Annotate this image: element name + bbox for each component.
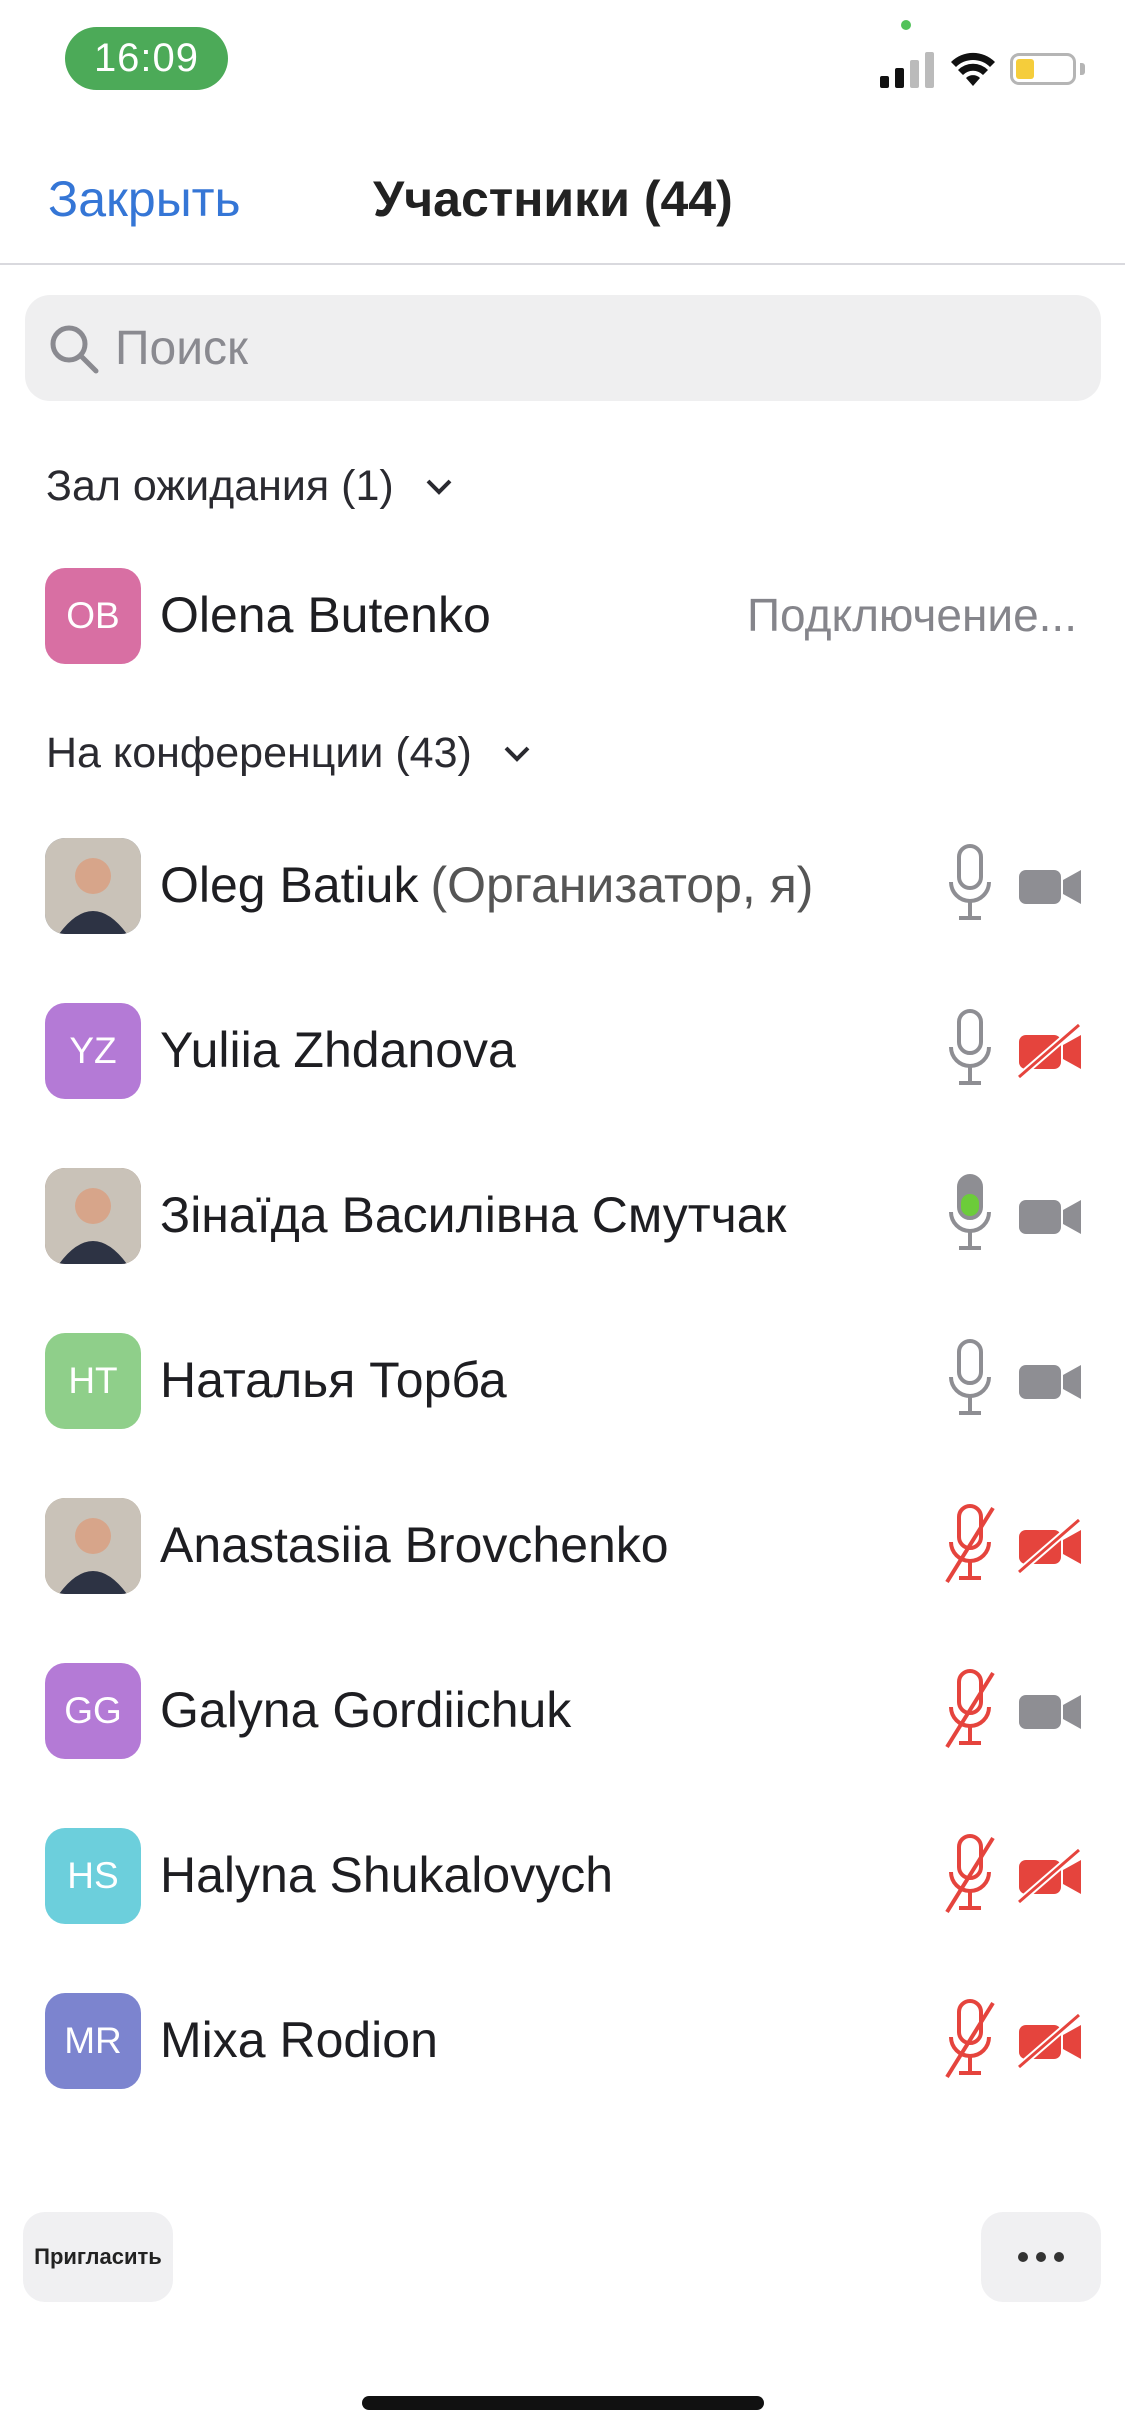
wifi-icon (951, 52, 995, 86)
participant-row[interactable]: Зінаїда Василівна Смутчак (0, 1148, 1125, 1288)
participant-row[interactable]: GG Galyna Gordiichuk (0, 1643, 1125, 1783)
avatar: HS (45, 1828, 141, 1924)
participant-name: Oleg Batiuk (Организатор, я) (160, 856, 813, 914)
microphone-icon[interactable] (945, 1007, 995, 1093)
video-camera-icon[interactable] (1017, 1683, 1083, 1739)
video-camera-icon[interactable] (1017, 1353, 1083, 1409)
participant-name-text: Зінаїда Василівна Смутчак (160, 1187, 787, 1243)
participant-name-text: Yuliia Zhdanova (160, 1022, 516, 1078)
ellipsis-icon (1018, 2252, 1028, 2262)
battery-tip (1080, 63, 1085, 75)
participant-name: Зінаїда Василівна Смутчак (160, 1186, 786, 1244)
participant-name: Olena Butenko (160, 587, 491, 643)
status-bar: 16:09 (0, 0, 1125, 120)
participant-name: Наталья Торба (160, 1351, 507, 1409)
connection-status: Подключение... (746, 589, 1077, 641)
video-camera-icon[interactable] (1017, 1188, 1083, 1244)
participant-row[interactable]: MR Mixa Rodion (0, 1973, 1125, 2113)
status-time: 16:09 (65, 27, 228, 90)
mic-muted-icon[interactable] (945, 1502, 995, 1588)
participant-name-text: Oleg Batiuk (160, 857, 419, 913)
video-off-icon[interactable] (1016, 1022, 1083, 1080)
cellular-signal-icon (880, 50, 936, 88)
waiting-participant-row[interactable]: OB Olena Butenko Подключение... (0, 548, 1125, 688)
participant-name: Anastasiia Brovchenko (160, 1516, 669, 1574)
waiting-room-label: Зал ожидания (1) (46, 462, 394, 510)
avatar-photo (45, 1168, 141, 1264)
nav-bar: Закрыть Участники (44) (0, 140, 1125, 265)
video-camera-icon[interactable] (1017, 858, 1083, 914)
participant-name: Mixa Rodion (160, 2011, 438, 2069)
invite-button[interactable]: Пригласить (23, 2212, 173, 2302)
participant-row[interactable]: Oleg Batiuk (Организатор, я) (0, 818, 1125, 958)
waiting-room-header[interactable]: Зал ожидания (1) (46, 462, 456, 511)
avatar: HT (45, 1333, 141, 1429)
search-icon (50, 325, 99, 374)
mic-muted-icon[interactable] (945, 1997, 995, 2083)
camera-in-use-dot (901, 20, 911, 30)
participant-name: Yuliia Zhdanova (160, 1021, 516, 1079)
in-meeting-label: На конференции (43) (46, 729, 472, 777)
video-off-icon[interactable] (1016, 1847, 1083, 1905)
close-button[interactable]: Закрыть (48, 170, 241, 228)
avatar: OB (45, 568, 141, 664)
participant-row[interactable]: Anastasiia Brovchenko (0, 1478, 1125, 1618)
search-bar[interactable] (25, 295, 1101, 401)
participant-name-text: Наталья Торба (160, 1352, 507, 1408)
home-indicator (362, 2396, 764, 2410)
participant-name: Halyna Shukalovych (160, 1846, 613, 1904)
mic-muted-icon[interactable] (945, 1667, 995, 1753)
participant-name-text: Mixa Rodion (160, 2012, 438, 2068)
participant-name-text: Halyna Shukalovych (160, 1847, 614, 1903)
microphone-icon[interactable] (945, 1172, 995, 1258)
page-title: Участники (44) (373, 171, 733, 227)
battery-icon (1010, 53, 1076, 85)
participant-name-text: Galyna Gordiichuk (160, 1682, 572, 1738)
microphone-icon[interactable] (945, 1337, 995, 1423)
participant-row[interactable]: HS Halyna Shukalovych (0, 1808, 1125, 1948)
participant-row[interactable]: YZ Yuliia Zhdanova (0, 983, 1125, 1123)
avatar-photo (45, 838, 141, 934)
microphone-icon[interactable] (945, 842, 995, 928)
chevron-down-icon (426, 479, 452, 495)
avatar: MR (45, 1993, 141, 2089)
ellipsis-dot (1036, 2252, 1046, 2262)
participant-name: Galyna Gordiichuk (160, 1681, 571, 1739)
ellipsis-dot (1054, 2252, 1064, 2262)
avatar: YZ (45, 1003, 141, 1099)
in-meeting-header[interactable]: На конференции (43) (46, 729, 534, 778)
avatar-photo (45, 1498, 141, 1594)
mic-muted-icon[interactable] (945, 1832, 995, 1918)
video-off-icon[interactable] (1016, 1517, 1083, 1575)
participant-role: (Организатор, я) (430, 857, 814, 913)
participant-row[interactable]: HT Наталья Торба (0, 1313, 1125, 1453)
chevron-down-icon (504, 746, 530, 762)
search-input[interactable] (115, 313, 1055, 383)
participant-name-text: Anastasiia Brovchenko (160, 1517, 669, 1573)
more-options-button[interactable] (981, 2212, 1101, 2302)
avatar: GG (45, 1663, 141, 1759)
video-off-icon[interactable] (1016, 2012, 1083, 2070)
